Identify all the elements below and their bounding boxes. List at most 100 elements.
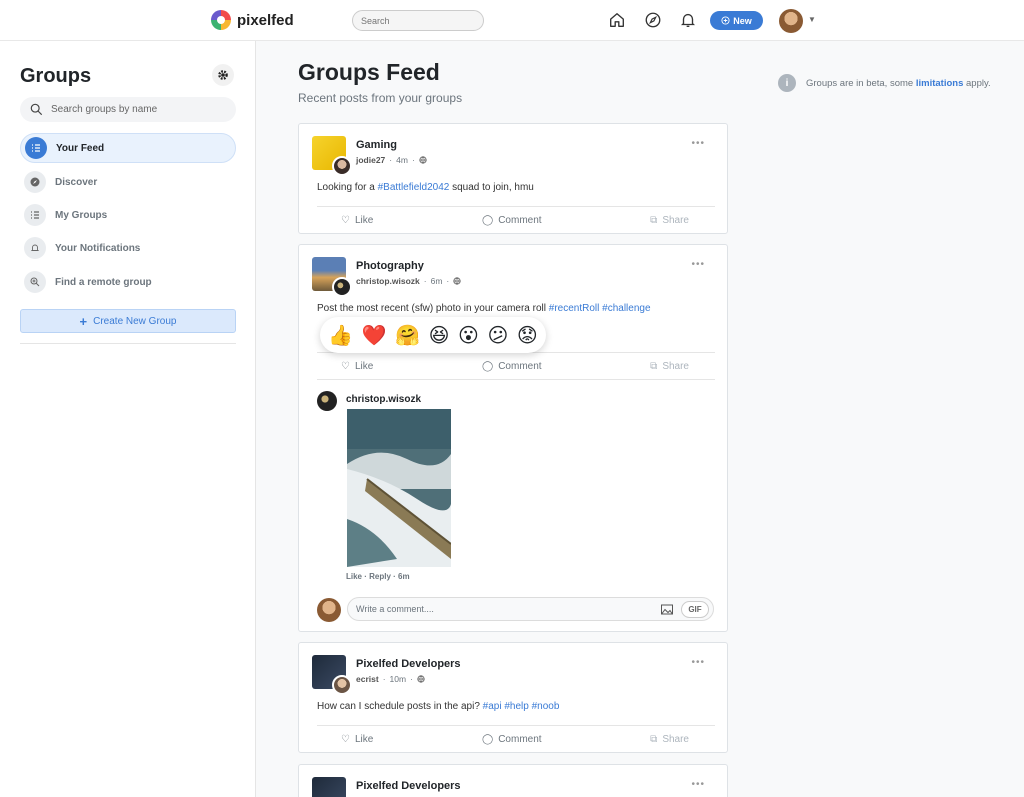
post-menu-icon[interactable]: ••• [691,259,705,270]
share-button[interactable]: ⧉ Share [650,734,689,745]
comment-input[interactable]: Write a comment.... GIF [347,597,714,621]
heart-reaction-icon[interactable]: ❤️ [362,323,387,347]
beta-notice: i Groups are in beta, some limitations a… [778,74,991,92]
hashtag-link[interactable]: #recentRoll [549,303,600,314]
group-search-input[interactable]: Search groups by name [20,97,236,122]
plus-circle-icon [721,16,730,25]
like-button[interactable]: ♡ Like [341,361,373,372]
hashtag-link[interactable]: #Battlefield2042 [378,182,450,193]
share-button[interactable]: ⧉ Share [650,215,689,226]
user-avatar[interactable] [332,675,352,695]
post-actions: ♡ Like ◯ Comment ⧉ Share [317,206,715,234]
group-avatar[interactable] [312,655,352,695]
post-header: Pixelfed Developers ecrist · 10m · [312,655,461,695]
like-button[interactable]: ♡ Like [341,215,373,226]
search-icon [30,103,43,116]
like-button[interactable]: ♡ Like [341,734,373,745]
sidebar-item-label: My Groups [55,209,108,221]
create-group-button[interactable]: + Create New Group [20,309,236,333]
post-meta: christop.wisozk · 6m · [356,276,461,286]
hashtag-link[interactable]: #api [483,701,502,712]
post-username[interactable]: jodie27 [356,155,385,165]
thumbs-up-reaction-icon[interactable]: 👍 [328,323,353,347]
groups-sidebar: Groups Search groups by name Your Feed D… [0,41,256,797]
create-group-label: Create New Group [93,315,177,327]
sidebar-item-label: Find a remote group [55,276,152,288]
post-text: Post the most recent (sfw) photo in your… [317,303,651,314]
heart-icon: ♡ [341,360,350,372]
post-username[interactable]: ecrist [356,674,379,684]
post-meta: ecrist · 10m · [356,674,461,684]
laugh-reaction-icon[interactable]: 😆 [429,323,450,347]
globe-icon [419,156,427,164]
group-name[interactable]: Pixelfed Developers [356,658,461,670]
globe-icon [453,277,461,285]
global-search-input[interactable] [352,10,484,31]
post-username[interactable]: christop.wisozk [356,276,420,286]
post-header: Pixelfed Developers [312,777,461,797]
group-name[interactable]: Pixelfed Developers [356,780,461,792]
user-avatar[interactable] [332,277,352,297]
page-title: Groups Feed [298,59,440,85]
pixelfed-logo-icon [211,10,231,30]
sidebar-item-your-feed[interactable]: Your Feed [20,133,236,163]
comment-button[interactable]: ◯ Comment [482,361,542,372]
sidebar-item-my-groups[interactable]: My Groups [20,200,236,230]
group-avatar[interactable] [312,257,352,297]
limitations-link[interactable]: limitations [916,78,964,89]
comment-photo[interactable] [347,409,451,567]
compass-icon [24,171,46,193]
wow-reaction-icon[interactable]: 😮 [458,323,479,347]
sidebar-item-label: Discover [55,176,98,188]
post-menu-icon[interactable]: ••• [691,138,705,149]
group-avatar[interactable] [312,777,346,797]
sidebar-item-label: Your Notifications [55,242,141,254]
new-button-label: New [733,15,752,26]
comment-button[interactable]: ◯ Comment [482,215,542,226]
comment-avatar[interactable] [317,391,337,411]
comment-icon: ◯ [482,360,494,372]
group-post-card: Gaming jodie27 · 4m · ••• Looking for a #Ba… [298,123,728,234]
hug-reaction-icon[interactable]: 🤗 [395,323,420,347]
comment-reply-link[interactable]: Reply [369,572,391,581]
home-icon[interactable] [608,11,626,29]
post-menu-icon[interactable]: ••• [691,657,705,668]
group-search-placeholder: Search groups by name [51,104,158,115]
post-actions: ♡ Like ◯ Comment ⧉ Share [317,725,715,753]
page-subtitle: Recent posts from your groups [298,91,463,105]
image-icon[interactable] [661,604,673,615]
sidebar-title: Groups [20,65,92,87]
post-menu-icon[interactable]: ••• [691,779,705,790]
comment-icon: ◯ [482,215,494,226]
group-name[interactable]: Gaming [356,139,427,151]
sidebar-item-discover[interactable]: Discover [20,167,236,197]
settings-gear-icon[interactable] [212,64,234,86]
gif-button[interactable]: GIF [681,601,709,618]
post-time: 4m [396,155,408,165]
sidebar-item-find-remote[interactable]: Find a remote group [20,267,236,297]
bell-icon [24,237,46,259]
brand-logo[interactable]: pixelfed [211,10,294,30]
caret-down-icon[interactable]: ▼ [808,15,816,24]
user-avatar[interactable] [332,156,352,176]
sidebar-item-notifications[interactable]: Your Notifications [20,233,236,263]
info-icon: i [778,74,796,92]
hashtag-link[interactable]: #help [504,701,528,712]
user-avatar[interactable] [779,9,803,33]
worried-reaction-icon[interactable]: 😟 [517,323,538,347]
reaction-picker: 👍 ❤️ 🤗 😆 😮 😕 😟 [320,317,546,353]
share-button[interactable]: ⧉ Share [650,361,689,372]
hashtag-link[interactable]: #noob [532,701,560,712]
new-post-button[interactable]: New [710,11,763,30]
group-post-card: Photography christop.wisozk · 6m · ••• Post… [298,244,728,632]
group-avatar[interactable] [312,136,352,176]
comment-username[interactable]: christop.wisozk [346,394,421,405]
comment-button[interactable]: ◯ Comment [482,734,542,745]
list-icon [25,137,47,159]
explore-compass-icon[interactable] [644,11,662,29]
hashtag-link[interactable]: #challenge [602,303,650,314]
confused-reaction-icon[interactable]: 😕 [487,323,508,347]
notifications-bell-icon[interactable] [679,11,697,29]
comment-like-link[interactable]: Like [346,572,362,581]
group-name[interactable]: Photography [356,260,461,272]
